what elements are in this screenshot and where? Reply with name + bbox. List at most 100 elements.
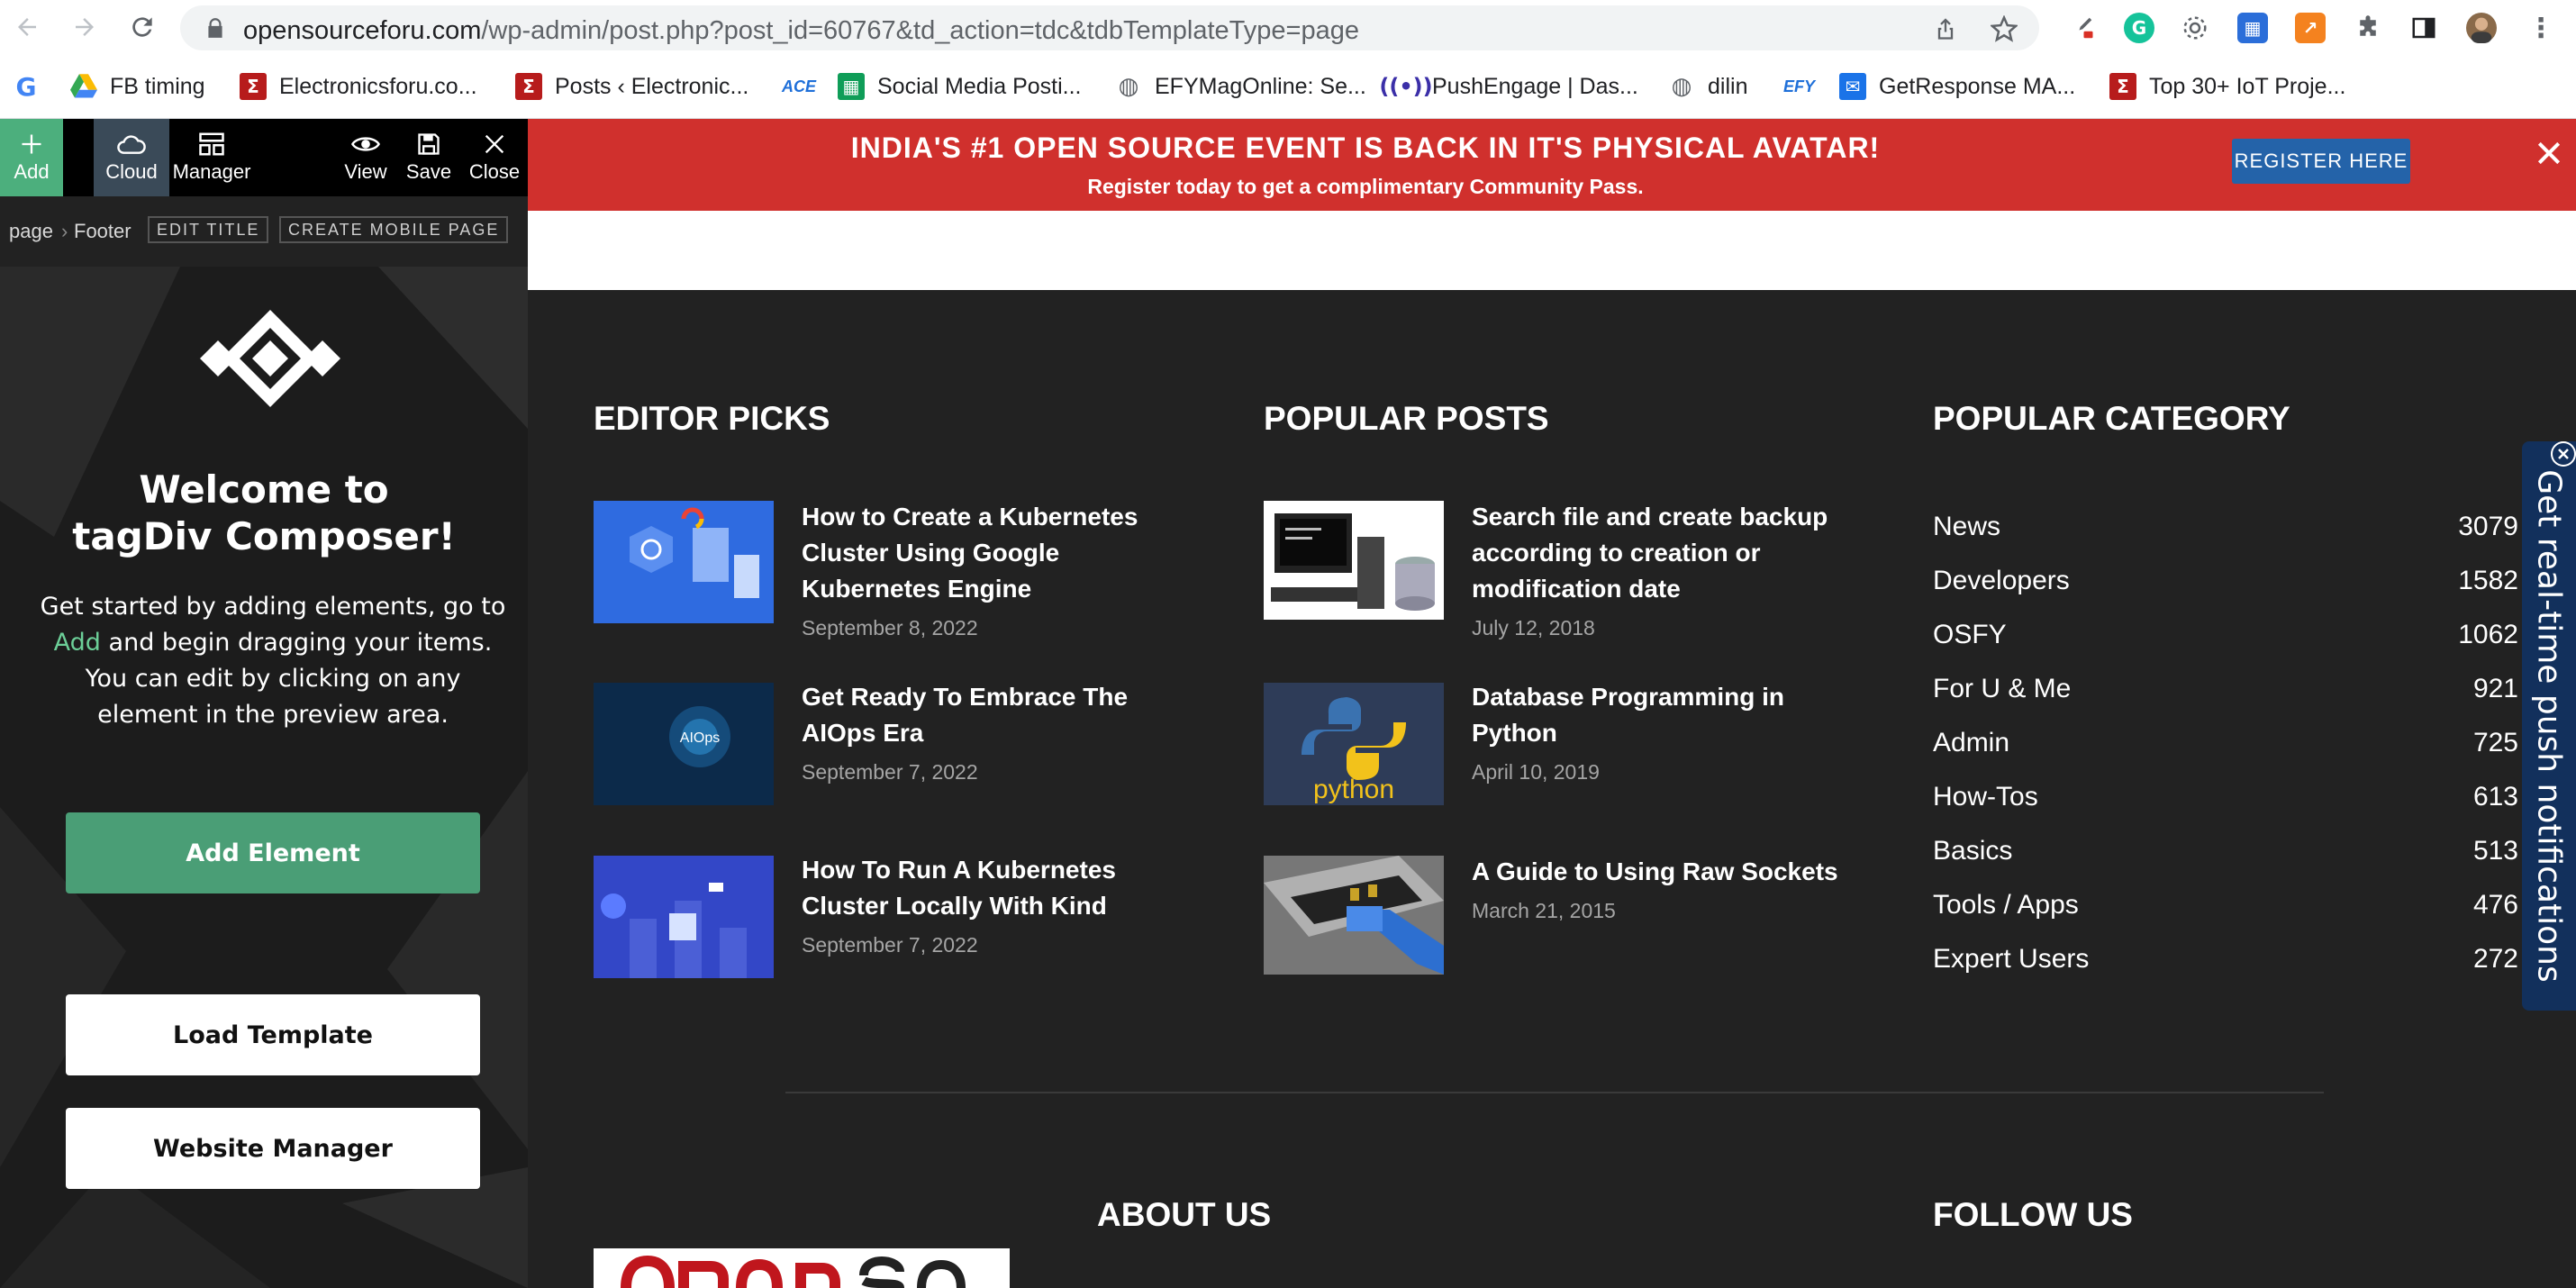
create-mobile-page-button[interactable]: CREATE MOBILE PAGE xyxy=(279,216,509,243)
intro-text: Get started by adding elements, go to Ad… xyxy=(40,593,506,729)
broadcast-icon: ((•)) xyxy=(1379,74,1433,99)
bookmark-getresponse[interactable]: ✉ GetResponse MA... xyxy=(1839,70,2075,103)
svg-text:AIOps: AIOps xyxy=(680,730,720,746)
category-item[interactable]: Admin 725 xyxy=(1933,728,2518,764)
popular-category-title: POPULAR CATEGORY xyxy=(1933,400,2290,437)
mail-icon: ✉ xyxy=(1839,73,1866,100)
gear-extension-icon[interactable] xyxy=(2180,13,2210,43)
category-item[interactable]: OSFY 1062 xyxy=(1933,620,2518,656)
puzzle-icon[interactable] xyxy=(2353,13,2383,43)
close-icon[interactable] xyxy=(2535,139,2563,168)
svg-text:python: python xyxy=(1313,775,1394,804)
post-date: March 21, 2015 xyxy=(1472,899,1616,922)
post-title[interactable]: How to Create a Kubernetes Cluster Using… xyxy=(802,499,1198,607)
push-notification-widget[interactable]: Get real-time push notifications xyxy=(2522,441,2576,1011)
category-item[interactable]: Basics 513 xyxy=(1933,836,2518,872)
bookmark-social-media[interactable]: ▦ Social Media Posti... xyxy=(838,70,1082,103)
composer-panel: Add Cloud Manager View Save Close page ›… xyxy=(0,119,528,1288)
bookmark-electronicsforu[interactable]: Σ Electronicsforu.co... xyxy=(240,70,477,103)
address-bar[interactable]: opensourceforu.com/wp-admin/post.php?pos… xyxy=(180,5,2039,50)
sheets-icon: ▦ xyxy=(838,73,865,100)
post-thumbnail[interactable]: AIOps xyxy=(594,683,774,805)
category-item[interactable]: Tools / Apps 476 xyxy=(1933,890,2518,926)
post-date: September 8, 2022 xyxy=(802,616,978,639)
close-button[interactable]: Close xyxy=(467,119,522,196)
calendar-extension-icon[interactable]: ▦ xyxy=(2237,13,2268,43)
bookmark-dilin[interactable]: ◍ dilin xyxy=(1668,70,1748,103)
post-date: April 10, 2019 xyxy=(1472,760,1600,784)
manager-button[interactable]: Manager xyxy=(171,119,252,196)
composer-toolbar: Add Cloud Manager View Save Close xyxy=(0,119,528,196)
bookmark-fb-timing[interactable]: FB timing xyxy=(70,70,205,103)
post-title[interactable]: Get Ready To Embrace The AIOps Era xyxy=(802,679,1198,751)
close-icon[interactable] xyxy=(2551,441,2576,467)
editor-picks-title: EDITOR PICKS xyxy=(594,400,830,437)
add-button[interactable]: Add xyxy=(0,119,63,196)
category-item[interactable]: News 3079 xyxy=(1933,512,2518,548)
post-thumbnail[interactable] xyxy=(1264,856,1444,975)
website-manager-button[interactable]: Website Manager xyxy=(66,1108,480,1189)
bookmark-pushengage[interactable]: ((•)) PushEngage | Das... xyxy=(1379,70,1637,103)
category-item[interactable]: Expert Users 272 xyxy=(1933,944,2518,980)
share-icon[interactable] xyxy=(1933,16,1958,41)
reload-button[interactable] xyxy=(124,9,160,45)
reload-icon xyxy=(132,17,152,37)
load-template-button[interactable]: Load Template xyxy=(66,994,480,1075)
edit-title-button[interactable]: EDIT TITLE xyxy=(148,216,269,243)
post-title[interactable]: Search file and create backup according … xyxy=(1472,499,1868,607)
page-top-strip xyxy=(528,211,2576,290)
category-item[interactable]: Developers 1582 xyxy=(1933,566,2518,602)
eyedropper-extension-icon[interactable] xyxy=(2066,13,2097,43)
category-item[interactable]: For U & Me 921 xyxy=(1933,674,2518,710)
analytics-extension-icon[interactable]: ↗ xyxy=(2295,13,2326,43)
welcome-heading: Welcome to tagDiv Composer! xyxy=(72,467,456,558)
breadcrumb-page[interactable]: page xyxy=(9,220,53,243)
star-icon[interactable] xyxy=(1991,15,2018,42)
add-element-button[interactable]: Add Element xyxy=(66,812,480,893)
google-drive-icon xyxy=(70,73,97,100)
kebab-menu-icon[interactable]: ⋮ xyxy=(2526,13,2556,44)
bookmark-posts-electronic[interactable]: Σ Posts ‹ Electronic... xyxy=(515,70,748,103)
banner-subtitle: Register today to get a complimentary Co… xyxy=(1087,175,1644,198)
popular-posts-title: POPULAR POSTS xyxy=(1264,400,1549,437)
category-item[interactable]: How-Tos 613 xyxy=(1933,782,2518,818)
register-here-button[interactable]: REGISTER HERE xyxy=(2232,139,2410,184)
post-title[interactable]: A Guide to Using Raw Sockets xyxy=(1472,854,1868,890)
site-footer: EDITOR PICKS How to Create a Kubernetes … xyxy=(528,290,2576,1288)
cloud-button[interactable]: Cloud xyxy=(94,119,169,196)
sidebar-toggle-icon[interactable] xyxy=(2408,13,2439,43)
event-banner: INDIA'S #1 OPEN SOURCE EVENT IS BACK IN … xyxy=(528,119,2576,211)
post-title[interactable]: How To Run A Kubernetes Cluster Locally … xyxy=(802,852,1198,924)
plus-icon xyxy=(22,134,41,154)
grammarly-icon[interactable]: G xyxy=(2124,13,2154,43)
profile-avatar[interactable] xyxy=(2466,13,2497,43)
breadcrumb: page › Footer EDIT TITLE CREATE MOBILE P… xyxy=(0,196,528,267)
back-button[interactable] xyxy=(9,9,45,45)
google-bookmark[interactable]: G xyxy=(13,70,52,103)
bookmark-top-iot[interactable]: Σ Top 30+ IoT Proje... xyxy=(2109,70,2345,103)
post-title[interactable]: Database Programming in Python xyxy=(1472,679,1868,751)
breadcrumb-separator: › xyxy=(61,220,68,242)
eye-icon xyxy=(351,137,380,151)
view-button[interactable]: View xyxy=(339,119,393,196)
forward-button[interactable] xyxy=(67,9,103,45)
layout-icon xyxy=(199,132,224,156)
bookmark-ace[interactable]: ACE xyxy=(782,70,816,103)
follow-us-title: FOLLOW US xyxy=(1933,1196,2133,1233)
cloud-icon xyxy=(117,135,146,154)
add-link[interactable]: Add xyxy=(54,629,101,657)
post-date: September 7, 2022 xyxy=(802,933,978,957)
post-thumbnail[interactable] xyxy=(1264,501,1444,620)
sigma-icon: Σ xyxy=(240,73,267,100)
open-source-for-you-logo xyxy=(594,1248,1010,1288)
post-thumbnail[interactable] xyxy=(594,856,774,978)
close-icon xyxy=(485,134,504,154)
google-icon: G xyxy=(15,71,37,102)
globe-icon: ◍ xyxy=(1118,73,1139,100)
post-thumbnail[interactable] xyxy=(594,501,774,623)
bookmark-efy[interactable]: EFY xyxy=(1783,70,1815,103)
push-notification-text: Get real-time push notifications xyxy=(2530,469,2568,983)
post-thumbnail[interactable]: python xyxy=(1264,683,1444,805)
bookmark-efymagonline[interactable]: ◍ EFYMagOnline: Se... xyxy=(1115,70,1366,103)
save-button[interactable]: Save xyxy=(402,119,456,196)
